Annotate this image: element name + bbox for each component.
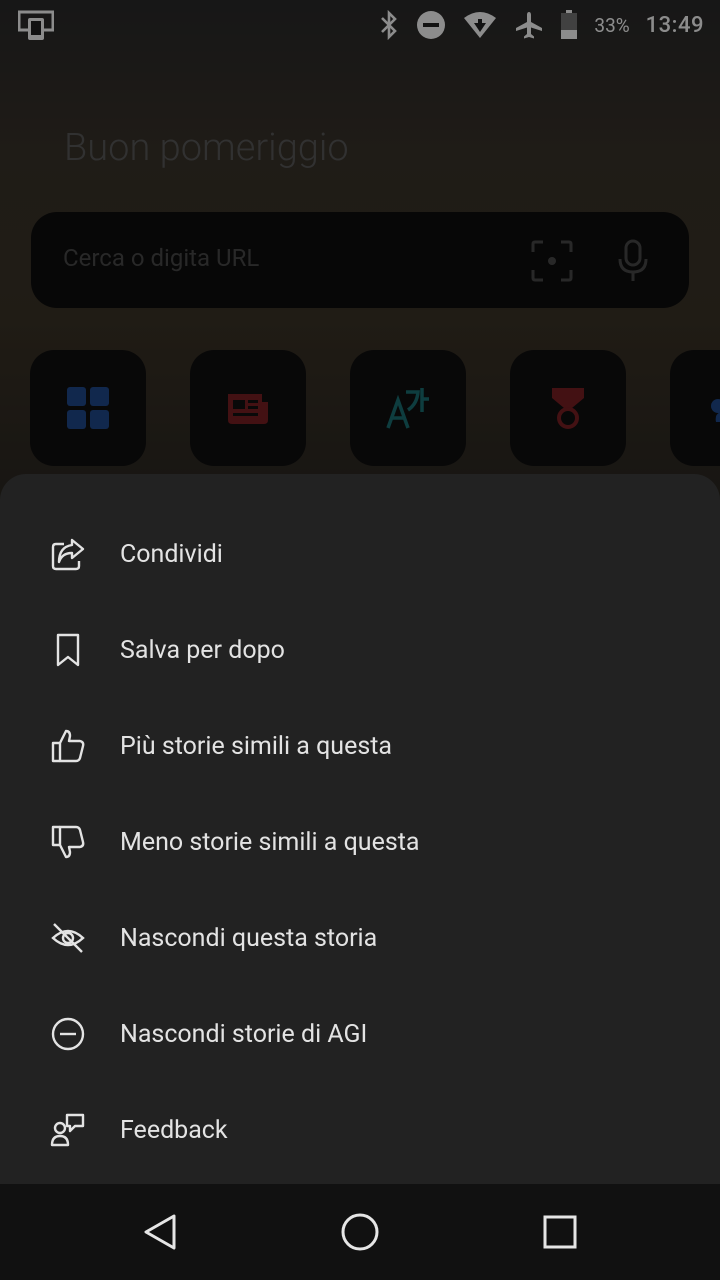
menu-item-label: Feedback: [120, 1115, 228, 1145]
bookmark-icon: [56, 633, 80, 667]
menu-item-label: Nascondi storie di AGI: [120, 1019, 368, 1049]
menu-item-label: Nascondi questa storia: [120, 923, 378, 953]
eye-off-icon: [51, 923, 85, 953]
block-icon: [51, 1017, 85, 1051]
menu-item-hide-source[interactable]: Nascondi storie di AGI: [0, 986, 720, 1082]
menu-item-feedback[interactable]: Feedback: [0, 1082, 720, 1178]
thumbs-down-icon: [51, 825, 85, 859]
thumbs-up-icon: [51, 729, 85, 763]
recents-icon[interactable]: [540, 1212, 580, 1252]
menu-item-less-like-this[interactable]: Meno storie simili a questa: [0, 794, 720, 890]
menu-item-label: Condividi: [120, 539, 223, 569]
menu-item-label: Più storie simili a questa: [120, 731, 393, 761]
feedback-icon: [50, 1113, 85, 1147]
share-icon: [51, 538, 85, 571]
menu-item-share[interactable]: Condividi: [0, 506, 720, 602]
back-icon[interactable]: [140, 1212, 180, 1252]
menu-item-hide-story[interactable]: Nascondi questa storia: [0, 890, 720, 986]
menu-item-more-like-this[interactable]: Più storie simili a questa: [0, 698, 720, 794]
home-icon[interactable]: [340, 1212, 380, 1252]
story-options-sheet: Condividi Salva per dopo Più storie simi…: [0, 474, 720, 1184]
menu-item-label: Meno storie simili a questa: [120, 827, 420, 857]
menu-item-save-for-later[interactable]: Salva per dopo: [0, 602, 720, 698]
menu-item-label: Salva per dopo: [120, 635, 285, 665]
navigation-bar: [0, 1184, 720, 1280]
